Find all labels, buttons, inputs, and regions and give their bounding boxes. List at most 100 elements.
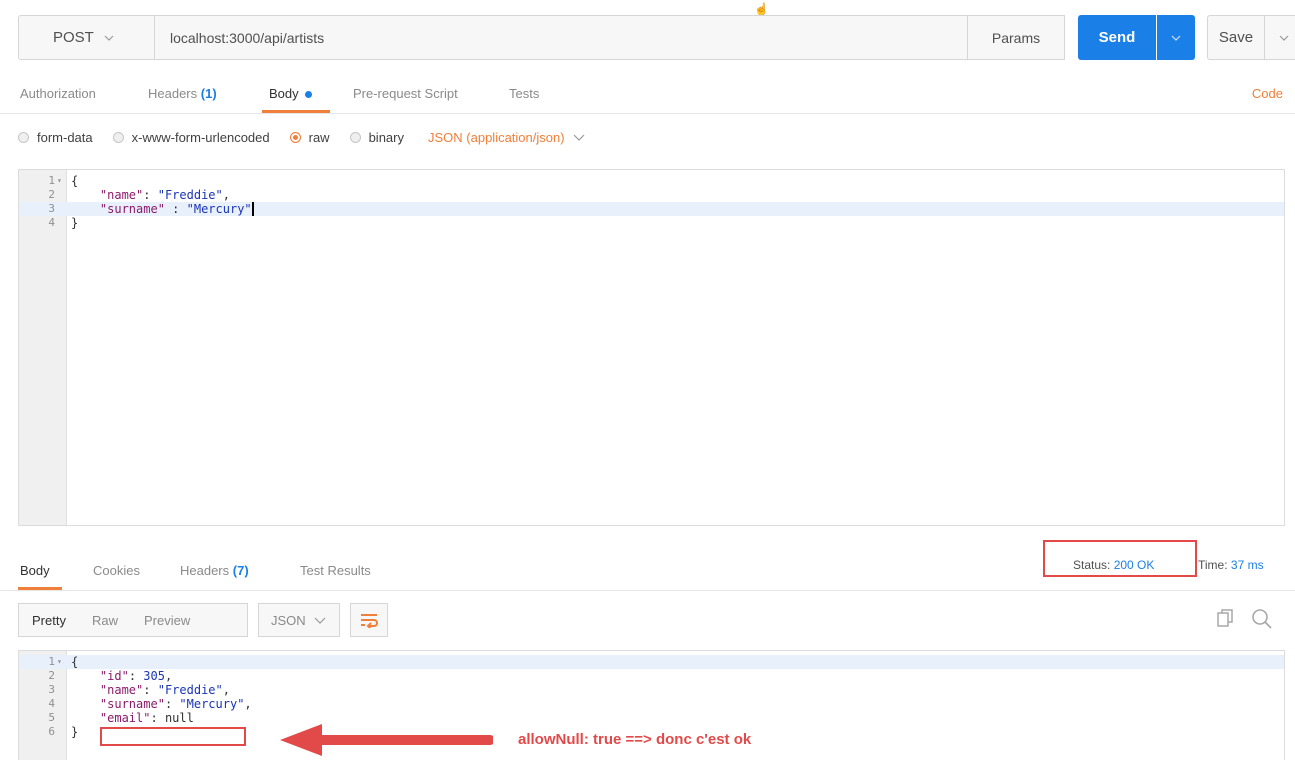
line-number: 2 (48, 188, 55, 201)
tab-label: Test Results (300, 563, 371, 578)
tab-tests[interactable]: Tests (509, 86, 539, 101)
save-options-button[interactable] (1265, 15, 1295, 60)
email-highlight-box (100, 727, 246, 746)
time-value: 37 ms (1230, 558, 1264, 572)
line-number: 5 (48, 711, 55, 724)
code-line: 3 "name": "Freddie", (19, 683, 1284, 697)
json-value: "Freddie" (157, 683, 223, 697)
send-label: Send (1098, 29, 1136, 46)
tab-pre-request-script[interactable]: Pre-request Script (353, 86, 458, 101)
content-type-label: JSON (application/json) (428, 129, 565, 145)
request-body-editor[interactable]: 1 ▾ { 2 "name": "Freddie", 3 "surname" :… (18, 169, 1285, 526)
tab-response-body[interactable]: Body (20, 563, 50, 578)
code-text: { (71, 655, 79, 669)
view-mode-segment: Pretty Raw Preview (18, 603, 248, 637)
code-line: 2 "name": "Freddie", (19, 188, 1284, 202)
cursor-hand-icon: ☝ (754, 2, 769, 16)
code-text: "email": null (99, 711, 194, 725)
json-key: "name" (99, 683, 144, 697)
url-input[interactable]: localhost:3000/api/artists (155, 15, 968, 60)
chevron-down-icon (573, 134, 584, 141)
line-number: 3 (48, 202, 55, 215)
status-highlight-box (1043, 540, 1197, 577)
radio-label: x-www-form-urlencoded (131, 129, 270, 145)
search-icon[interactable] (1251, 608, 1273, 630)
tab-label: Authorization (20, 86, 96, 101)
view-pretty[interactable]: Pretty (19, 613, 79, 628)
tab-label: Body (269, 86, 299, 101)
tab-label: Pre-request Script (353, 86, 458, 101)
code-text: } (71, 216, 79, 230)
code-line: 4 "surname": "Mercury", (19, 697, 1284, 711)
chevron-down-icon (104, 35, 114, 41)
params-label: Params (991, 29, 1041, 46)
request-tabs: Authorization Headers (1) Body Pre-reque… (0, 78, 1295, 114)
tab-test-results[interactable]: Test Results (300, 563, 371, 578)
code-text: { (71, 174, 79, 188)
json-value: 305 (143, 669, 165, 683)
body-type-options: form-data x-www-form-urlencoded raw bina… (18, 126, 585, 148)
save-label: Save (1218, 29, 1254, 46)
line-number: 3 (48, 683, 55, 696)
line-number: 2 (48, 669, 55, 682)
radio-icon (349, 131, 361, 143)
code-line: 2 "id": 305, (19, 669, 1284, 683)
radio-selected-icon (289, 131, 301, 143)
fold-arrow-icon[interactable]: ▾ (57, 655, 62, 669)
json-key: "surname" (99, 202, 165, 216)
view-preview[interactable]: Preview (131, 613, 203, 628)
radio-form-data[interactable]: form-data (18, 130, 93, 145)
code-text: "surname" : "Mercury" (99, 202, 254, 216)
chevron-down-icon (1279, 35, 1288, 41)
send-options-button[interactable] (1157, 15, 1195, 60)
tab-label: Tests (509, 86, 540, 101)
line-number: 6 (48, 725, 55, 738)
code-line-active: 3 "surname" : "Mercury" (19, 202, 1284, 216)
code-text: "name": "Freddie", (99, 683, 230, 697)
radio-urlencoded[interactable]: x-www-form-urlencoded (112, 129, 270, 145)
line-number: 1 (48, 174, 55, 187)
code-link[interactable]: Code (1252, 86, 1283, 101)
params-button[interactable]: Params (968, 15, 1065, 60)
response-time: Time: 37 ms (1198, 558, 1264, 572)
line-number: 1 (48, 655, 55, 668)
save-button[interactable]: Save (1207, 15, 1265, 60)
radio-icon (18, 131, 29, 143)
format-label: JSON (271, 612, 306, 628)
view-raw[interactable]: Raw (79, 613, 131, 628)
wrap-lines-button[interactable] (350, 603, 388, 637)
json-value: "Freddie" (157, 188, 223, 202)
wrap-lines-icon (361, 614, 378, 628)
tab-headers[interactable]: Headers (1) (148, 86, 217, 101)
line-number: 4 (48, 697, 55, 710)
line-number: 4 (48, 216, 55, 229)
content-type-select[interactable]: JSON (application/json) (428, 130, 585, 145)
tab-authorization[interactable]: Authorization (20, 86, 96, 101)
json-key: "surname" (99, 697, 165, 711)
tab-label: Headers (148, 86, 198, 101)
json-key: "email" (99, 711, 151, 725)
method-select[interactable]: POST (18, 15, 155, 60)
active-tab-indicator (262, 110, 330, 113)
radio-raw[interactable]: raw (289, 129, 330, 145)
tab-label: Headers (180, 563, 230, 578)
tab-label: Cookies (93, 563, 140, 578)
copy-icon[interactable] (1216, 608, 1236, 628)
code-line: 4 } (19, 216, 1284, 230)
format-select[interactable]: JSON (258, 603, 340, 637)
fold-arrow-icon[interactable]: ▾ (57, 174, 62, 188)
code-text: "id": 305, (99, 669, 173, 683)
code-line-active: 1 ▾ { (19, 655, 1284, 669)
tab-response-headers[interactable]: Headers (7) (180, 563, 249, 578)
send-button[interactable]: Send (1078, 15, 1156, 60)
json-value: null (164, 711, 194, 725)
code-line: 5 "email": null (19, 711, 1284, 725)
tab-body[interactable]: Body (269, 86, 312, 101)
code-line: 1 ▾ { (19, 174, 1284, 188)
radio-label: raw (308, 129, 330, 145)
request-bar: POST localhost:3000/api/artists Params S… (18, 15, 1295, 60)
tab-cookies[interactable]: Cookies (93, 563, 140, 578)
code-text: "name": "Freddie", (99, 188, 230, 202)
radio-binary[interactable]: binary (349, 130, 404, 145)
json-value: "Mercury" (186, 202, 252, 216)
